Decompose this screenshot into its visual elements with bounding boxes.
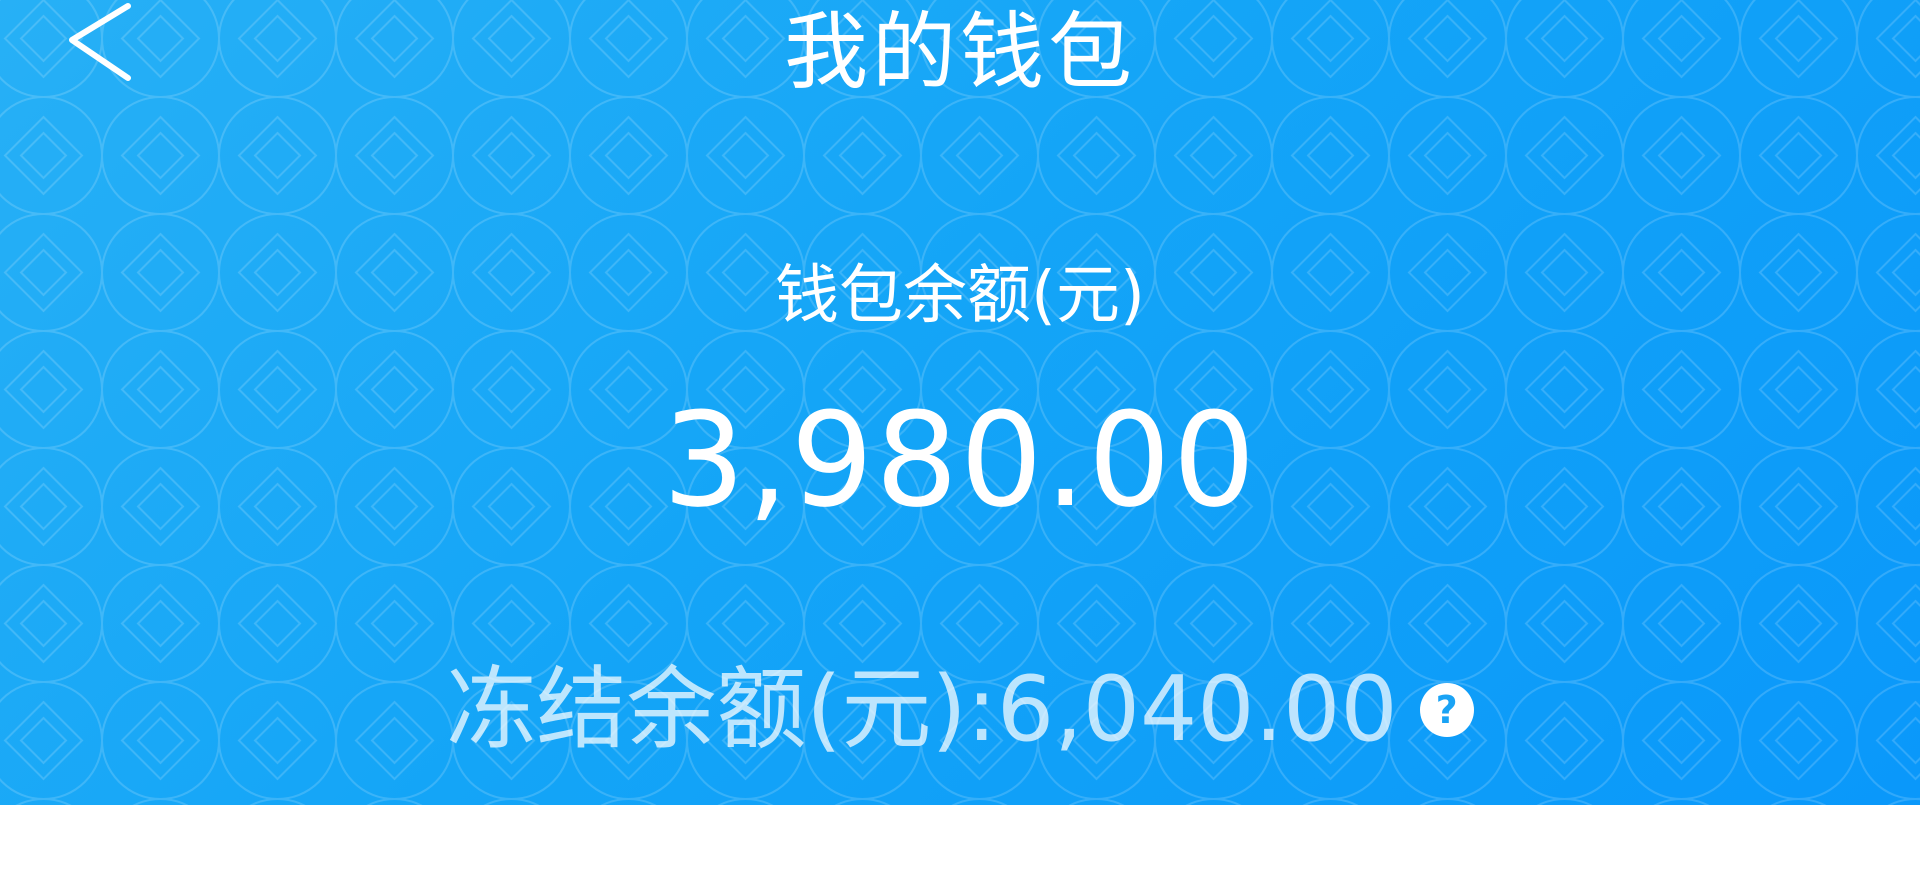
wallet-balance-label: 钱包余额(元) xyxy=(775,259,1145,333)
page-title: 我的钱包 xyxy=(783,3,1136,101)
wallet-balance-amount: 3,980.00 xyxy=(662,384,1258,536)
frozen-balance-text: 冻结余额(元):6,040.00 xyxy=(446,657,1398,762)
wallet-header-panel: 我的钱包 钱包余额(元) 3,980.00 冻结余额(元):6,040.00 ? xyxy=(0,0,1920,805)
question-mark-icon[interactable]: ? xyxy=(1419,683,1474,737)
frozen-balance-row: 冻结余额(元):6,040.00 ? xyxy=(0,660,1920,760)
